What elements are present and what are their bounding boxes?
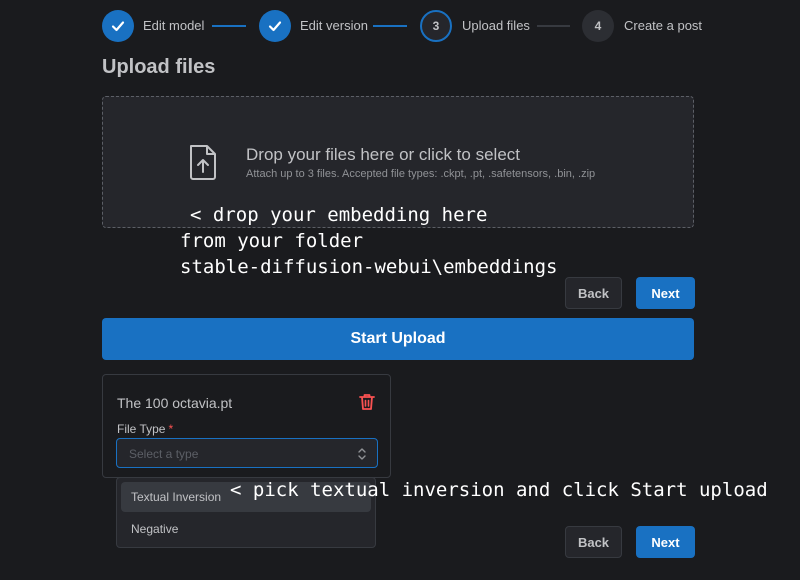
file-card: The 100 octavia.pt File Type * Select a t… <box>102 374 391 478</box>
annotation-line-1: < drop your embedding here <box>190 204 488 226</box>
dropzone-subtitle: Attach up to 3 files. Accepted file type… <box>246 168 596 180</box>
step-connector <box>537 25 570 27</box>
step-2-label[interactable]: Edit version <box>300 18 368 33</box>
step-3-number[interactable]: 3 <box>420 10 452 42</box>
back-button[interactable]: Back <box>565 277 622 309</box>
dropzone-title: Drop your files here or click to select <box>246 145 520 164</box>
start-upload-button[interactable]: Start Upload <box>102 318 694 360</box>
chevron-up-down-icon <box>357 447 367 466</box>
select-placeholder: Select a type <box>129 447 199 461</box>
step-1-label[interactable]: Edit model <box>143 18 204 33</box>
annotation-line-2: from your folder <box>180 230 364 252</box>
step-4-label[interactable]: Create a post <box>624 18 702 33</box>
trash-icon[interactable] <box>357 392 377 417</box>
step-connector <box>373 25 407 27</box>
step-1-check-icon[interactable] <box>102 10 134 42</box>
annotation-pick-line: < pick textual inversion and click Start… <box>230 479 768 501</box>
step-3-label[interactable]: Upload files <box>462 18 530 33</box>
step-2-check-icon[interactable] <box>259 10 291 42</box>
file-type-select[interactable]: Select a type <box>116 438 378 468</box>
step-connector <box>212 25 246 27</box>
step-4-number[interactable]: 4 <box>582 10 614 42</box>
annotation-line-3: stable-diffusion-webui\embeddings <box>180 256 558 278</box>
file-type-label-text: File Type <box>117 422 166 436</box>
next-button[interactable]: Next <box>636 277 695 309</box>
file-upload-icon <box>187 143 219 186</box>
file-type-label: File Type * <box>117 422 173 436</box>
next-button-bottom[interactable]: Next <box>636 526 695 558</box>
file-name: The 100 octavia.pt <box>117 395 233 411</box>
required-asterisk: * <box>168 422 174 436</box>
option-negative[interactable]: Negative <box>121 514 371 544</box>
back-button-bottom[interactable]: Back <box>565 526 622 558</box>
page-title: Upload files <box>102 56 216 78</box>
